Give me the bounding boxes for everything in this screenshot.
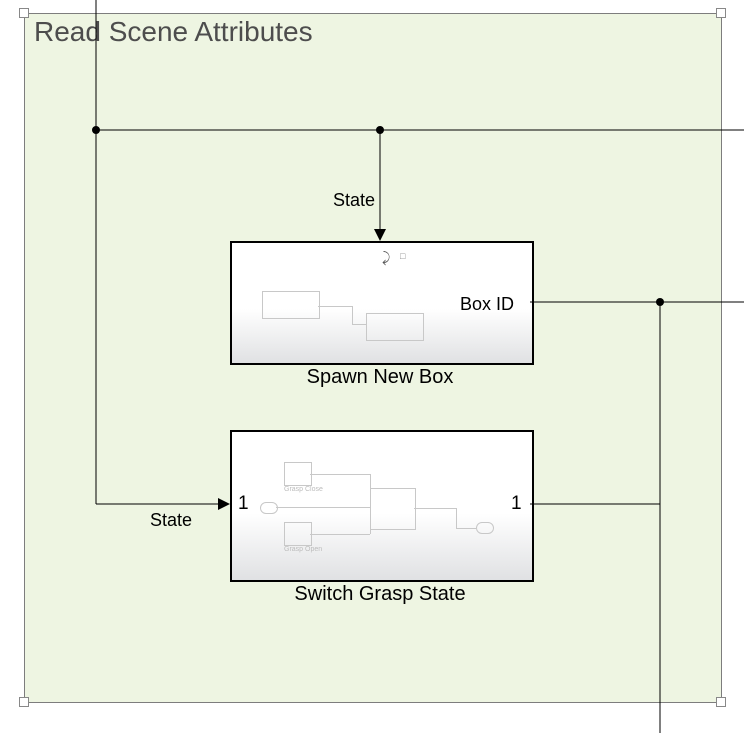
group-title: Read Scene Attributes: [34, 16, 313, 48]
block-name-label: Switch Grasp State: [230, 583, 530, 606]
mini-rect-icon: [284, 462, 312, 486]
selection-handle-icon[interactable]: [19, 697, 29, 707]
mini-wire-icon: [456, 528, 476, 529]
mini-rect-icon: [284, 522, 312, 546]
selection-handle-icon[interactable]: [19, 8, 29, 18]
mini-wire-icon: [310, 474, 370, 475]
mini-inport-icon: [260, 502, 278, 514]
mini-wire-icon: [310, 534, 370, 535]
output-port-number: 1: [511, 493, 522, 515]
mini-rect-icon: [366, 313, 424, 341]
mini-outport-icon: [476, 522, 494, 534]
mini-rect-icon: [370, 488, 416, 530]
block-switch-grasp-state[interactable]: Grasp Close Grasp Open: [230, 430, 534, 582]
mini-wire-icon: [414, 508, 456, 509]
mini-label: Grasp Open: [284, 546, 322, 553]
mini-rect-icon: [262, 291, 320, 319]
mini-wire-icon: [276, 507, 370, 508]
mini-wire-icon: [352, 306, 353, 324]
mini-wire-icon: [318, 306, 352, 307]
block-spawn-new-box[interactable]: ⤸ □ Box ID: [230, 241, 534, 365]
trigger-port-icon: ⤸: [382, 249, 390, 266]
block-name-label: Spawn New Box: [230, 366, 530, 389]
diagram-canvas: Read Scene Attributes ⤸ □ Box ID Spawn N…: [0, 0, 744, 733]
signal-label-state-top: State: [333, 190, 375, 211]
mini-wire-icon: [456, 508, 457, 528]
selection-handle-icon[interactable]: [716, 697, 726, 707]
input-port-number: 1: [238, 493, 249, 515]
mini-label: Grasp Close: [284, 486, 323, 493]
mini-wire-icon: [352, 324, 366, 325]
signal-label-state-left: State: [150, 510, 192, 531]
selection-handle-icon[interactable]: [716, 8, 726, 18]
block-output-label: Box ID: [460, 294, 514, 315]
trigger-port-small-icon: □: [400, 251, 405, 261]
